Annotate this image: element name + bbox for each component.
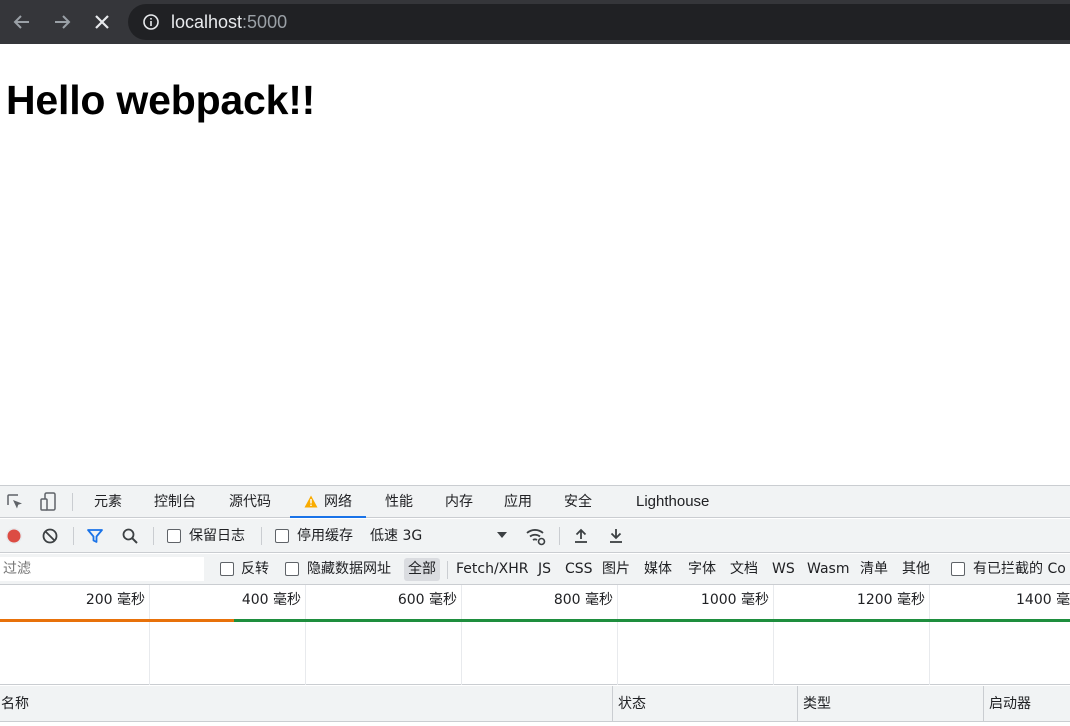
type-filter-media[interactable]: 媒体 — [640, 558, 676, 581]
devtools-tab-bar: 元素 控制台 源代码 网络 性能 内存 应用 安全 Lighthouse — [0, 486, 1070, 518]
tab-sources[interactable]: 源代码 — [229, 486, 271, 518]
tab-lighthouse[interactable]: Lighthouse — [636, 486, 709, 518]
invert-label: 反转 — [241, 561, 269, 577]
toolbar-divider — [559, 527, 560, 545]
toolbar-divider — [261, 527, 262, 545]
preserve-log-checkbox[interactable] — [167, 529, 181, 543]
type-filter-css[interactable]: CSS — [561, 558, 597, 581]
type-filter-fetch-xhr[interactable]: Fetch/XHR — [452, 558, 533, 581]
tick-gridline — [149, 585, 150, 685]
disable-cache-checkbox[interactable] — [275, 529, 289, 543]
toolbar-divider — [72, 493, 73, 511]
type-filter-ws[interactable]: WS — [768, 558, 799, 581]
preserve-log-label: 保留日志 — [189, 528, 245, 544]
inspect-element-icon[interactable] — [5, 492, 25, 512]
type-filter-wasm[interactable]: Wasm — [803, 558, 853, 581]
record-icon[interactable] — [5, 527, 23, 545]
back-arrow-icon[interactable] — [8, 8, 36, 36]
tick-gridline — [773, 585, 774, 685]
type-filter-font[interactable]: 字体 — [684, 558, 720, 581]
network-overview-timeline[interactable]: 200 毫秒 400 毫秒 600 毫秒 800 毫秒 1000 毫秒 1200… — [0, 585, 1070, 685]
tab-label: 应用 — [504, 494, 532, 510]
tick-gridline — [617, 585, 618, 685]
filter-bar: 反转 隐藏数据网址 全部 Fetch/XHR JS CSS 图片 媒体 字体 文… — [0, 554, 1070, 585]
column-header-initiator[interactable]: 启动器 — [985, 686, 1031, 722]
throttling-select[interactable]: 低速 3G — [370, 527, 422, 545]
tick-label: 1000 毫秒 — [700, 592, 769, 608]
tick-label: 400 毫秒 — [241, 592, 301, 608]
address-bar[interactable]: localhost:5000 — [128, 4, 1070, 40]
type-filter-other[interactable]: 其他 — [898, 558, 934, 581]
tab-network[interactable]: 网络 — [290, 486, 366, 518]
disable-cache-label: 停用缓存 — [297, 528, 353, 544]
tick-gridline — [461, 585, 462, 685]
tab-label: 控制台 — [154, 494, 196, 510]
tab-label: Lighthouse — [636, 493, 710, 510]
tick-label: 200 毫秒 — [85, 592, 145, 608]
invert-checkbox[interactable] — [220, 562, 234, 576]
search-icon[interactable] — [121, 527, 139, 545]
url-text: localhost:5000 — [171, 12, 287, 32]
type-filter-all[interactable]: 全部 — [404, 558, 440, 581]
export-har-icon[interactable] — [607, 527, 625, 545]
chevron-down-icon[interactable] — [496, 530, 508, 540]
type-filter-manifest[interactable]: 清单 — [856, 558, 892, 581]
tab-security[interactable]: 安全 — [564, 486, 592, 518]
column-header-name[interactable]: 名称 — [0, 686, 29, 722]
tick-gridline — [305, 585, 306, 685]
type-filter-img[interactable]: 图片 — [598, 558, 634, 581]
tab-console[interactable]: 控制台 — [154, 486, 196, 518]
tab-label: 安全 — [564, 494, 592, 510]
column-header-type[interactable]: 类型 — [799, 686, 831, 722]
tick-label: 600 毫秒 — [397, 592, 457, 608]
tab-elements[interactable]: 元素 — [94, 486, 122, 518]
tab-memory[interactable]: 内存 — [445, 486, 473, 518]
tab-label: 元素 — [94, 494, 122, 510]
toolbar-divider — [447, 561, 448, 579]
clear-icon[interactable] — [41, 527, 59, 545]
filter-input[interactable] — [0, 557, 204, 581]
tab-performance[interactable]: 性能 — [385, 486, 413, 518]
hide-data-urls-checkbox[interactable] — [285, 562, 299, 576]
toolbar-divider — [73, 527, 74, 545]
filter-icon[interactable] — [86, 527, 104, 545]
type-filter-js[interactable]: JS — [534, 558, 555, 581]
tick-label: 800 毫秒 — [553, 592, 613, 608]
url-port: :5000 — [242, 12, 288, 32]
forward-arrow-icon[interactable] — [48, 8, 76, 36]
tab-application[interactable]: 应用 — [504, 486, 532, 518]
tab-label: 性能 — [385, 494, 413, 510]
device-toolbar-icon[interactable] — [38, 492, 58, 512]
column-divider[interactable] — [983, 686, 984, 722]
network-toolbar: 保留日志 停用缓存 低速 3G — [0, 519, 1070, 553]
devtools-panel: 元素 控制台 源代码 网络 性能 内存 应用 安全 Lighthouse 保留日… — [0, 485, 1070, 726]
tick-label: 1400 毫秒 — [1016, 592, 1070, 608]
column-header-status[interactable]: 状态 — [614, 686, 646, 722]
import-har-icon[interactable] — [572, 527, 590, 545]
url-host: localhost — [171, 12, 243, 32]
tab-label: 源代码 — [229, 494, 271, 510]
hide-data-urls-label: 隐藏数据网址 — [307, 561, 391, 577]
warning-icon — [304, 488, 318, 520]
blocked-cookies-label: 有已拦截的 Co — [973, 561, 1066, 577]
page-heading: Hello webpack!! — [6, 77, 316, 123]
tick-label: 1200 毫秒 — [856, 592, 925, 608]
network-conditions-icon[interactable] — [525, 526, 547, 546]
tick-gridline — [929, 585, 930, 685]
request-waiting-bar — [0, 619, 234, 622]
request-download-bar — [234, 619, 1070, 622]
column-divider[interactable] — [797, 686, 798, 722]
tab-label: 内存 — [445, 494, 473, 510]
info-icon[interactable] — [142, 13, 160, 31]
toolbar-divider — [153, 527, 154, 545]
request-table-header: 名称 状态 类型 启动器 — [0, 686, 1070, 722]
tab-label: 网络 — [324, 494, 352, 510]
column-divider[interactable] — [612, 686, 613, 722]
blocked-cookies-checkbox[interactable] — [951, 562, 965, 576]
browser-toolbar: localhost:5000 — [0, 0, 1070, 44]
type-filter-doc[interactable]: 文档 — [726, 558, 762, 581]
close-icon[interactable] — [88, 8, 116, 36]
